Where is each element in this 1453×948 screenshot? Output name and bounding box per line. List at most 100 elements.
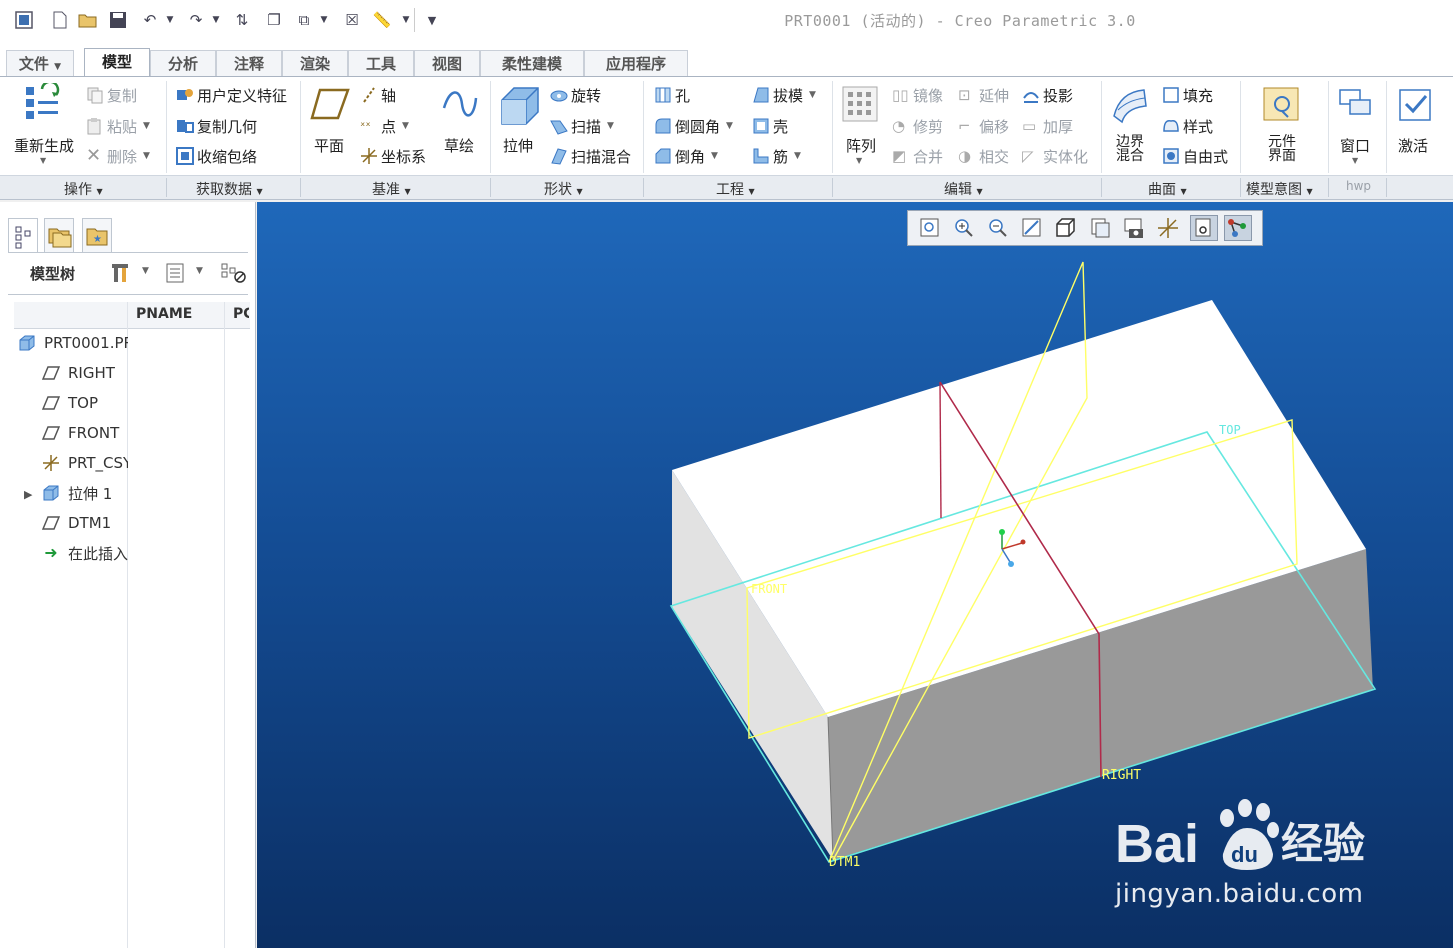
solidify-button[interactable]: ◸ 实体化 bbox=[1022, 145, 1088, 167]
copy-geometry-button[interactable]: 复制几何 bbox=[176, 115, 257, 137]
style-button[interactable]: 样式 bbox=[1162, 115, 1213, 137]
paste-button[interactable]: 粘贴 ▼ bbox=[86, 115, 150, 137]
tree-item-csys[interactable]: PRT_CSY bbox=[42, 452, 128, 474]
save-icon[interactable] bbox=[108, 10, 128, 30]
window-dropdown-icon[interactable]: ▼ bbox=[1352, 156, 1358, 165]
column-pname[interactable]: PNAME bbox=[136, 306, 192, 322]
csys-button[interactable]: 坐标系 bbox=[360, 145, 426, 167]
tab-view[interactable]: 视图 bbox=[414, 50, 480, 76]
trim-button[interactable]: ◔ 修剪 bbox=[892, 115, 943, 137]
tab-applications[interactable]: 应用程序 bbox=[584, 50, 688, 76]
tree-item-part[interactable]: PRT0001.PR bbox=[18, 332, 128, 354]
tab-render[interactable]: 渲染 bbox=[282, 50, 348, 76]
regenerate-quick-icon[interactable]: ⇅ bbox=[232, 10, 252, 30]
copy-button[interactable]: 复制 bbox=[86, 84, 137, 106]
chamfer-button[interactable]: 倒角 ▼ bbox=[654, 145, 718, 167]
group-surfaces[interactable]: 曲面 ▼ bbox=[1148, 179, 1187, 199]
tab-model[interactable]: 模型 bbox=[84, 48, 150, 78]
plane-icon[interactable] bbox=[310, 86, 350, 126]
expand-arrow-icon[interactable]: ▶ bbox=[24, 488, 32, 501]
merge-button[interactable]: ◩ 合并 bbox=[892, 145, 943, 167]
group-model-intent[interactable]: 模型意图 ▼ bbox=[1246, 179, 1313, 199]
tab-file[interactable]: 文件 ▼ bbox=[6, 50, 74, 76]
intersect-button[interactable]: ◑ 相交 bbox=[958, 145, 1009, 167]
component-interface-icon[interactable] bbox=[1262, 86, 1302, 124]
project-button[interactable]: 投影 bbox=[1022, 84, 1073, 106]
group-hwp[interactable]: hwp bbox=[1346, 179, 1371, 193]
close-window-icon[interactable]: ☒ bbox=[342, 10, 362, 30]
group-get-data[interactable]: 获取数据 ▼ bbox=[196, 179, 263, 199]
extrude-icon[interactable] bbox=[498, 84, 542, 128]
sketch-button[interactable]: 草绘 bbox=[444, 134, 474, 156]
rib-button[interactable]: 筋 ▼ bbox=[752, 145, 801, 167]
tree-item-top[interactable]: TOP bbox=[41, 392, 98, 414]
window-button[interactable]: 窗口 bbox=[1340, 134, 1370, 156]
mirror-button[interactable]: ▯▯ 镜像 bbox=[892, 84, 943, 106]
group-datum[interactable]: 基准 ▼ bbox=[372, 179, 411, 199]
tab-analysis[interactable]: 分析 bbox=[150, 50, 216, 76]
measure-dropdown-icon[interactable]: ▼ bbox=[396, 10, 416, 30]
app-menu-icon[interactable] bbox=[14, 10, 34, 30]
pattern-button[interactable]: 阵列 bbox=[846, 134, 876, 156]
switch-window-icon[interactable]: ⧉ bbox=[294, 10, 314, 30]
open-folder-icon[interactable] bbox=[78, 10, 98, 30]
settings-dropdown-icon[interactable]: ▼ bbox=[142, 266, 149, 276]
switch-window-dropdown-icon[interactable]: ▼ bbox=[314, 10, 334, 30]
column-po[interactable]: PC bbox=[233, 306, 249, 322]
activate-icon[interactable] bbox=[1396, 86, 1436, 124]
group-engineering[interactable]: 工程 ▼ bbox=[716, 179, 755, 199]
graphics-viewport[interactable]: TOP FRONT RIGHT DTM1 Bai du 经验 jingyan.b… bbox=[257, 202, 1453, 948]
tab-annotate[interactable]: 注释 bbox=[216, 50, 282, 76]
udf-button[interactable]: 用户定义特征 bbox=[176, 84, 287, 106]
undo-icon[interactable]: ↶ bbox=[140, 10, 160, 30]
activate-button[interactable]: 激活 bbox=[1398, 134, 1428, 156]
regenerate-button[interactable]: 重新生成 bbox=[14, 134, 74, 156]
group-editing[interactable]: 编辑 ▼ bbox=[944, 179, 983, 199]
settings-icon[interactable] bbox=[110, 260, 136, 286]
pattern-dropdown-icon[interactable]: ▼ bbox=[856, 156, 862, 165]
plane-button[interactable]: 平面 bbox=[314, 134, 344, 156]
shell-button[interactable]: 壳 bbox=[752, 115, 788, 137]
customize-toolbar-icon[interactable]: ▼ bbox=[422, 10, 442, 30]
fill-button[interactable]: 填充 bbox=[1162, 84, 1213, 106]
shrinkwrap-button[interactable]: 收缩包络 bbox=[176, 145, 257, 167]
tree-item-front[interactable]: FRONT bbox=[41, 422, 119, 444]
pattern-icon[interactable] bbox=[842, 86, 878, 122]
tab-tools[interactable]: 工具 bbox=[348, 50, 414, 76]
show-list-icon[interactable] bbox=[164, 260, 188, 286]
component-interface-button[interactable]: 元件界面 bbox=[1266, 134, 1298, 164]
tab-flexible-modeling[interactable]: 柔性建模 bbox=[480, 50, 584, 76]
show-dropdown-icon[interactable]: ▼ bbox=[196, 266, 203, 276]
axis-button[interactable]: 轴 bbox=[360, 84, 396, 106]
model-tree-tab[interactable] bbox=[8, 218, 38, 252]
extend-button[interactable]: ⊡ 延伸 bbox=[958, 84, 1009, 106]
group-operations[interactable]: 操作 ▼ bbox=[64, 179, 103, 199]
thicken-button[interactable]: ▭ 加厚 bbox=[1022, 115, 1073, 137]
tree-item-dtm1[interactable]: DTM1 bbox=[41, 512, 111, 534]
point-button[interactable]: ˣˣ 点 ▼ bbox=[360, 115, 409, 137]
redo-dropdown-icon[interactable]: ▼ bbox=[206, 10, 226, 30]
undo-dropdown-icon[interactable]: ▼ bbox=[160, 10, 180, 30]
revolve-button[interactable]: 旋转 bbox=[550, 84, 601, 106]
sweep-button[interactable]: 扫描 ▼ bbox=[550, 115, 614, 137]
tree-item-extrude[interactable]: 拉伸 1 bbox=[42, 482, 112, 504]
window-icon[interactable] bbox=[1336, 86, 1376, 124]
favorites-tab[interactable]: ★ bbox=[82, 218, 112, 252]
redo-icon[interactable]: ↷ bbox=[186, 10, 206, 30]
swept-blend-button[interactable]: 扫描混合 bbox=[550, 145, 631, 167]
folder-browser-tab[interactable] bbox=[44, 218, 74, 252]
delete-button[interactable]: ✕ 删除 ▼ bbox=[86, 145, 150, 167]
offset-button[interactable]: ⌐ 偏移 bbox=[958, 115, 1009, 137]
regenerate-icon[interactable] bbox=[20, 80, 68, 133]
new-file-icon[interactable] bbox=[50, 10, 70, 30]
windows-icon[interactable]: ❐ bbox=[264, 10, 284, 30]
extrude-button[interactable]: 拉伸 bbox=[503, 134, 533, 156]
tree-item-insert-here[interactable]: ➜ 在此插入 bbox=[42, 542, 128, 564]
hole-button[interactable]: 孔 bbox=[654, 84, 690, 106]
freestyle-button[interactable]: 自由式 bbox=[1162, 145, 1228, 167]
tree-filter-icon[interactable] bbox=[220, 260, 248, 286]
tree-item-right[interactable]: RIGHT bbox=[41, 362, 115, 384]
round-button[interactable]: 倒圆角 ▼ bbox=[654, 115, 733, 137]
measure-icon[interactable]: 📏 bbox=[372, 10, 392, 30]
boundary-blend-button[interactable]: 边界混合 bbox=[1114, 134, 1146, 164]
